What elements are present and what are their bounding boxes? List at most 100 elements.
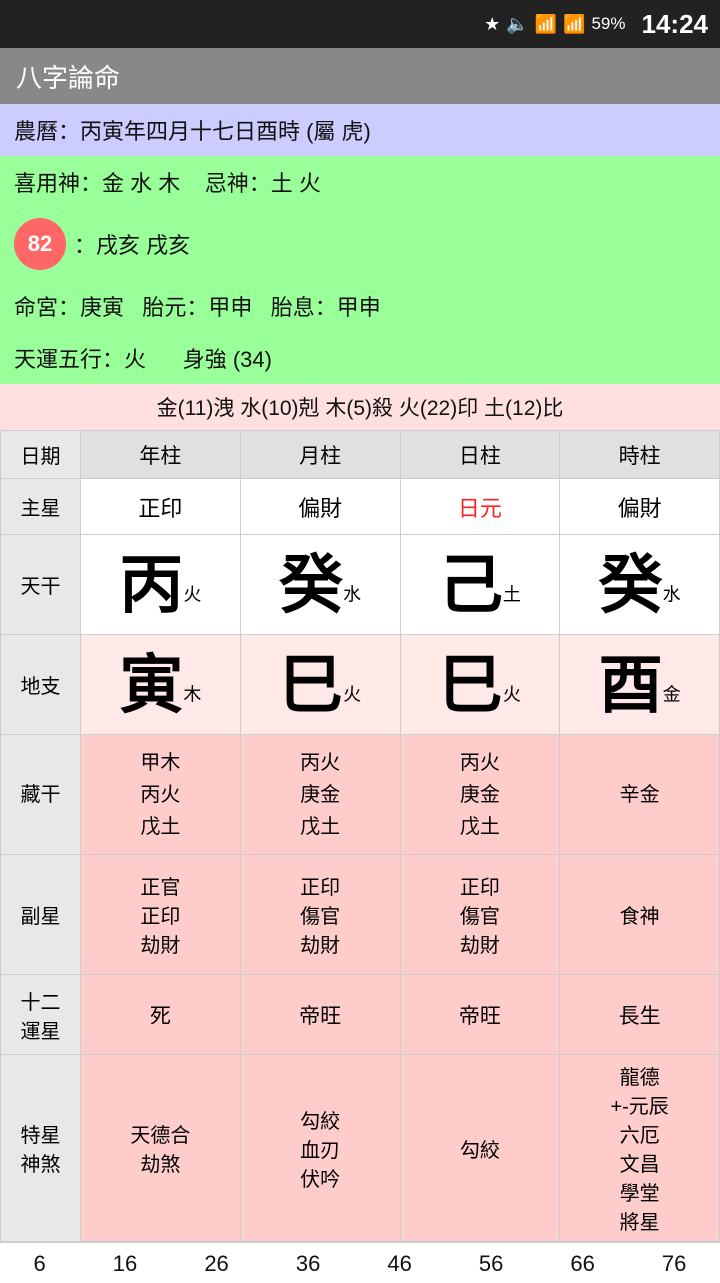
fuxing-0-2: 劫財 [83,929,238,958]
zanggan-0-2: 戊土 [83,811,238,843]
fuxing-row: 副星 正官 正印 劫財 正印 傷官 劫財 正印 傷官 劫財 食神 [1,855,720,975]
fuxing-cell-1: 正印 傷官 劫財 [240,855,400,975]
zanggan-cell-2: 丙火 庚金 戊土 [400,735,560,855]
dizhi-cell-0: 寅木 [81,635,241,735]
yunxing-cell-0: 死 [81,975,241,1055]
zanggan-2-0: 丙火 [403,747,558,779]
zanggan-2-1: 庚金 [403,779,558,811]
dizhi-big-1: 巳 [279,649,343,721]
xiyongshen-row: 喜用神： 金 水 木 忌神： 土 火 [0,156,720,208]
fuxing-2-2: 劫財 [403,929,558,958]
tiangan-big-1: 癸 [279,549,343,621]
zhuxing-cell-3: 偏財 [560,479,720,535]
texing-0-1: 劫煞 [83,1148,238,1177]
yunxing-label: 十二 運星 [1,975,81,1055]
texing-1-0: 勾絞 [243,1105,398,1134]
dizhi-small-2: 火 [503,684,521,704]
dizhi-row: 地支 寅木 巳火 巳火 酉金 [1,635,720,735]
dizhi-small-0: 木 [183,684,201,704]
status-bar: ★ 🔈 📶 📶 59% 14:24 [0,0,720,48]
tiangan-small-3: 水 [663,584,681,604]
fuxing-0-1: 正印 [83,900,238,929]
tiangan-big-0: 丙 [119,549,183,621]
jishen-value: 土 火 [271,166,321,198]
nayin-row: 82 ：戌亥 戌亥 [0,208,720,280]
minggong-text: 命宮：庚寅 [14,290,124,322]
texing-1-2: 伏吟 [243,1163,398,1192]
header-cell-1: 年柱 [81,431,241,479]
texing-row: 特星 神煞 天德合 劫煞 勾絞 血刃 伏吟 勾絞 龍德 +-元辰 六厄 文昌 學… [1,1055,720,1242]
texing-cell-2: 勾絞 [400,1055,560,1242]
zhuxing-row: 主星 正印 偏財 日元 偏財 [1,479,720,535]
five-elements-row: 金(11)洩 水(10)剋 木(5)殺 火(22)印 土(12)比 [0,384,720,430]
bottom-num-2: 26 [204,1251,228,1277]
signal-icon: 📶 [563,14,585,35]
tiangan-small-1: 水 [343,584,361,604]
lunardate-row: 農曆：丙寅年四月十七日酉時 (屬 虎) [0,104,720,156]
fuxing-cell-2: 正印 傷官 劫財 [400,855,560,975]
dizhi-big-0: 寅 [119,649,183,721]
zanggan-row: 藏干 甲木 丙火 戊土 丙火 庚金 戊土 丙火 庚金 戊土 辛金 [1,735,720,855]
score-badge: 82 [14,218,66,270]
tiangan-cell-1: 癸水 [240,535,400,635]
dizhi-cell-3: 酉金 [560,635,720,735]
shenqiang-text: 身強 (34) [183,342,272,374]
header-cell-2: 月柱 [240,431,400,479]
taiyuan-text: 胎元：甲申 [142,290,252,322]
bottom-num-3: 36 [296,1251,320,1277]
zhuxing-label: 主星 [1,479,81,535]
zanggan-0-1: 丙火 [83,779,238,811]
tiangan-small-0: 火 [183,584,201,604]
dizhi-big-2: 巳 [439,649,503,721]
nayin-text: ：戌亥 戌亥 [74,228,190,260]
battery-text: 59% [591,14,625,34]
header-cell-3: 日柱 [400,431,560,479]
texing-label: 特星 神煞 [1,1055,81,1242]
zanggan-cell-0: 甲木 丙火 戊土 [81,735,241,855]
dizhi-cell-2: 巳火 [400,635,560,735]
fuxing-1-1: 傷官 [243,900,398,929]
texing-3-4: 學堂 [562,1177,717,1206]
fuxing-2-0: 正印 [403,871,558,900]
bottom-num-5: 56 [479,1251,503,1277]
zanggan-2-2: 戊土 [403,811,558,843]
bottom-num-6: 66 [570,1251,594,1277]
five-elements-text: 金(11)洩 水(10)剋 木(5)殺 火(22)印 土(12)比 [157,392,564,422]
zanggan-0-0: 甲木 [83,747,238,779]
texing-3-0: 龍德 [562,1061,717,1090]
jishen-label: 忌神： [205,166,271,198]
zhuxing-cell-0: 正印 [81,479,241,535]
status-time: 14:24 [642,9,709,40]
yunxing-cell-1: 帝旺 [240,975,400,1055]
dizhi-label: 地支 [1,635,81,735]
fuxing-0-0: 正官 [83,871,238,900]
bottom-numbers: 6 16 26 36 46 56 66 76 [0,1242,720,1283]
dizhi-small-3: 金 [663,684,681,704]
zanggan-1-1: 庚金 [243,779,398,811]
dizhi-big-3: 酉 [599,649,663,721]
texing-3-3: 文昌 [562,1148,717,1177]
zanggan-label: 藏干 [1,735,81,855]
bottom-num-4: 46 [387,1251,411,1277]
texing-cell-0: 天德合 劫煞 [81,1055,241,1242]
minggong-row: 命宮：庚寅 胎元：甲申 胎息：甲申 [0,280,720,332]
tiangan-big-3: 癸 [599,549,663,621]
tiangan-small-2: 土 [503,584,521,604]
tiangan-big-2: 己 [439,549,503,621]
tiangan-cell-3: 癸水 [560,535,720,635]
fuxing-cell-0: 正官 正印 劫財 [81,855,241,975]
texing-cell-3: 龍德 +-元辰 六厄 文昌 學堂 將星 [560,1055,720,1242]
bottom-num-0: 6 [34,1251,46,1277]
texing-2-0: 勾絞 [403,1134,558,1163]
title-bar: 八字論命 [0,48,720,104]
zanggan-cell-1: 丙火 庚金 戊土 [240,735,400,855]
tianyun-row: 天運五行：火 身強 (34) [0,332,720,384]
mute-icon: 🔈 [506,14,528,35]
bluetooth-icon: ★ [484,14,500,35]
tiangan-label: 天干 [1,535,81,635]
texing-3-2: 六厄 [562,1119,717,1148]
bottom-num-7: 76 [662,1251,686,1277]
yunxing-cell-3: 長生 [560,975,720,1055]
fuxing-2-1: 傷官 [403,900,558,929]
zanggan-1-2: 戊土 [243,811,398,843]
